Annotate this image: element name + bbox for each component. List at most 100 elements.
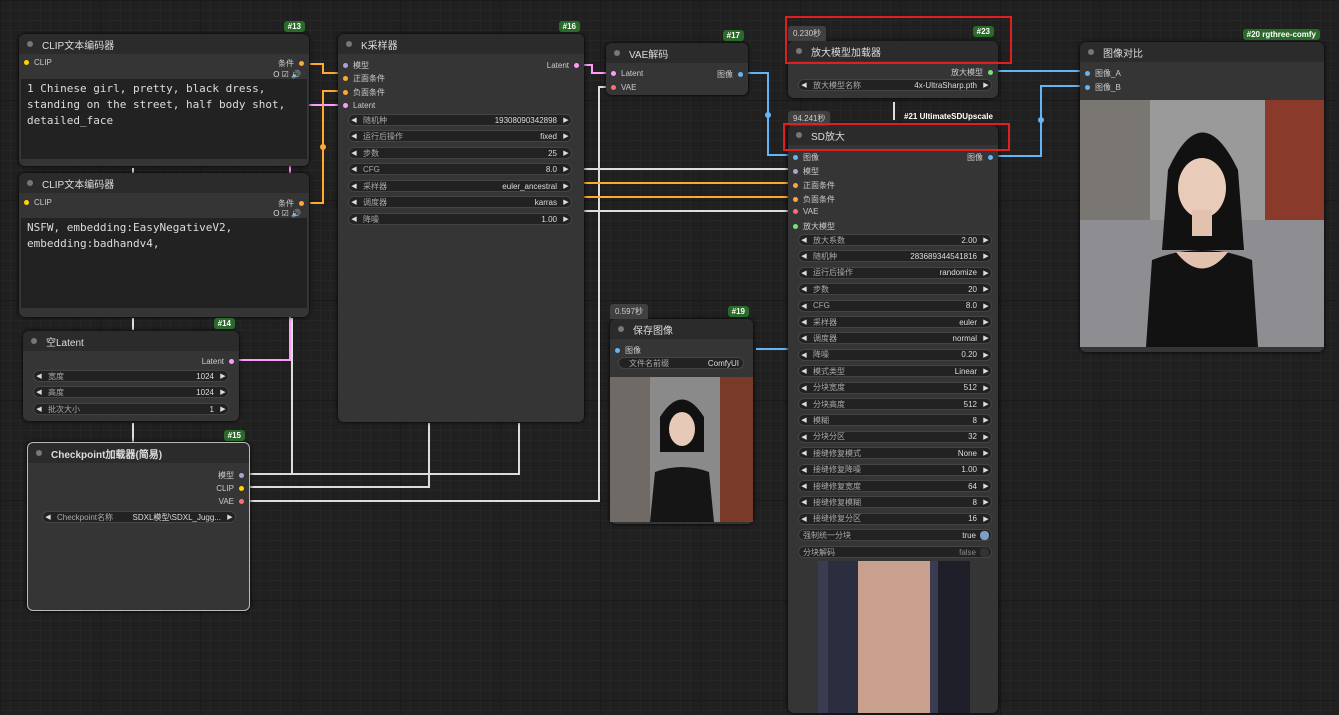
input-slot-upscale-model[interactable]: 放大模型 [788,221,835,232]
increment-arrow-icon[interactable]: ▶ [981,334,991,342]
checkpoint-loader-node[interactable]: #15 Checkpoint加载器(简易) 模型 CLIP VAE ◀ Check… [27,430,250,611]
increment-arrow-icon[interactable]: ▶ [981,302,991,310]
comparison-image-preview[interactable] [1080,100,1324,347]
decrement-arrow-icon[interactable]: ◀ [799,482,809,490]
prompt-textarea[interactable]: NSFW, embedding:EasyNegativeV2, embeddin… [21,218,307,308]
decrement-arrow-icon[interactable]: ◀ [799,318,809,326]
vae-decode-node[interactable]: #17 VAE解码 Latent VAE 图像 [606,30,748,95]
input-slot-image[interactable]: 图像 [788,152,819,163]
seam-fix-mask-blur-widget[interactable]: ◀ 接缝修复模糊 8 ▶ [798,496,992,509]
force-uniform-tiles-toggle[interactable]: 强制统一分块 true [798,529,992,541]
upscale-model-name-widget[interactable]: ◀ 放大模型名称 4x-UltraSharp.pth ▶ [798,79,992,91]
seam-fix-denoise-widget[interactable]: ◀ 接缝修复降噪 1.00 ▶ [798,463,992,476]
denoise-widget[interactable]: ◀ 降噪 0.20 ▶ [798,348,992,361]
decrement-arrow-icon[interactable]: ◀ [799,400,809,408]
tile-height-widget[interactable]: ◀ 分块高度 512 ▶ [798,398,992,410]
input-slot-negative[interactable]: 负面条件 [788,194,835,205]
input-slot-positive[interactable]: 正面条件 [338,73,385,84]
seam-fix-padding-widget[interactable]: ◀ 接缝修复分区 16 ▶ [798,512,992,525]
input-slot-image[interactable]: 图像 [610,345,641,356]
decrement-arrow-icon[interactable]: ◀ [799,236,809,244]
increment-arrow-icon[interactable]: ▶ [981,482,991,490]
output-slot-conditioning[interactable]: 条件 [278,58,309,69]
decrement-arrow-icon[interactable]: ◀ [799,416,809,424]
mask-blur-widget[interactable]: ◀ 模糊 8 ▶ [798,414,992,427]
seam-fix-mode-widget[interactable]: ◀ 接缝修复模式 None ▶ [798,447,992,460]
input-slot-model[interactable]: 模型 [788,166,819,177]
input-slot-image-b[interactable]: 图像_B [1080,82,1121,93]
tiled-decode-toggle[interactable]: 分块解码 false [798,546,992,558]
decrement-arrow-icon[interactable]: ◀ [799,351,809,359]
increment-arrow-icon[interactable]: ▶ [981,285,991,293]
output-slot-model[interactable]: 模型 [218,470,249,481]
increment-arrow-icon[interactable]: ▶ [981,400,991,408]
cfg-widget[interactable]: ◀ CFG 8.0 ▶ [348,163,572,175]
batch-size-widget[interactable]: ◀ 批次大小 1 ▶ [33,403,229,415]
output-slot-image[interactable]: 图像 [967,152,998,163]
decrement-arrow-icon[interactable]: ◀ [799,466,809,474]
decrement-arrow-icon[interactable]: ◀ [799,515,809,523]
output-slot-image[interactable]: 图像 [717,69,748,80]
empty-latent-node[interactable]: #14 空Latent Latent ◀ 宽度 1024 ▶ ◀ 高度 1024 ▶ ◀ 批次… [23,318,239,421]
steps-widget[interactable]: ◀ 步数 20 ▶ [798,283,992,296]
node-toggles[interactable]: O ☑ 🔊 [273,209,301,218]
upscale-by-widget[interactable]: ◀ 放大系数 2.00 ▶ [798,234,992,246]
steps-widget[interactable]: ◀ 步数 25 ▶ [348,147,572,159]
image-compare-node[interactable]: #20 rgthree-comfy 图像对比 图像_A 图像_B [1080,29,1324,352]
scheduler-widget[interactable]: ◀ 调度器 karras ▶ [348,196,572,208]
increment-arrow-icon[interactable]: ▶ [981,498,991,506]
mode-type-widget[interactable]: ◀ 模式类型 Linear ▶ [798,365,992,378]
seed-widget[interactable]: ◀ 随机种 19308090342898 ▶ [348,114,572,126]
input-slot-clip[interactable]: CLIP [19,198,52,207]
increment-arrow-icon[interactable]: ▶ [981,449,991,457]
width-widget[interactable]: ◀ 宽度 1024 ▶ [33,370,229,382]
collapse-dot-icon[interactable] [618,326,624,332]
prompt-textarea[interactable]: 1 Chinese girl, pretty, black dress, sta… [21,79,307,159]
scheduler-widget[interactable]: ◀ 调度器 normal ▶ [798,332,992,345]
increment-arrow-icon[interactable]: ▶ [981,384,991,392]
seed-widget[interactable]: ◀ 随机种 283689344541816 ▶ [798,250,992,263]
decrement-arrow-icon[interactable]: ◀ [799,367,809,375]
decrement-arrow-icon[interactable]: ◀ [799,433,809,441]
input-slot-clip[interactable]: CLIP [19,58,52,67]
height-widget[interactable]: ◀ 高度 1024 ▶ [33,386,229,398]
input-slot-positive[interactable]: 正面条件 [788,180,835,191]
cfg-widget[interactable]: ◀ CFG 8.0 ▶ [798,299,992,312]
tile-padding-widget[interactable]: ◀ 分块分区 32 ▶ [798,430,992,443]
collapse-dot-icon[interactable] [27,180,33,186]
clip-text-encoder-negative-node[interactable]: CLIP文本编码器 CLIP 条件 O ☑ 🔊 NSFW, embedding:… [19,173,309,317]
increment-arrow-icon[interactable]: ▶ [981,269,991,277]
input-slot-vae[interactable]: VAE [606,83,636,92]
filename-prefix-widget[interactable]: 文件名前缀 ComfyUI [618,357,744,369]
decrement-arrow-icon[interactable]: ◀ [799,269,809,277]
decrement-arrow-icon[interactable]: ◀ [799,302,809,310]
output-slot-conditioning[interactable]: 条件 [278,198,309,209]
clip-text-encoder-positive-node[interactable]: #13 CLIP文本编码器 CLIP 条件 O ☑ 🔊 1 Chinese gi… [19,21,309,166]
input-slot-negative[interactable]: 负面条件 [338,87,385,98]
input-slot-model[interactable]: 模型 [338,60,369,71]
checkpoint-name-widget[interactable]: ◀ Checkpoint名称 SDXL模型\SDXL_Jugg... ▶ [42,511,236,523]
ultimate-sd-upscale-node[interactable]: SD放大 图像 模型 正面条件 负面条件 VAE 放大模型 图像 ◀ 放大系数 2.… [788,125,998,713]
output-slot-latent[interactable]: Latent [202,357,239,366]
decrement-arrow-icon[interactable]: ◀ [799,285,809,293]
decrement-arrow-icon[interactable]: ◀ [799,498,809,506]
input-slot-latent[interactable]: Latent [606,69,643,78]
input-slot-image-a[interactable]: 图像_A [1080,68,1121,79]
collapse-dot-icon[interactable] [31,338,37,344]
collapse-dot-icon[interactable] [1088,49,1094,55]
collapse-dot-icon[interactable] [27,41,33,47]
output-slot-clip[interactable]: CLIP [216,484,249,493]
increment-arrow-icon[interactable]: ▶ [981,367,991,375]
increment-arrow-icon[interactable]: ▶ [981,252,991,260]
control-after-generate-widget[interactable]: ◀ 运行后操作 randomize ▶ [798,266,992,279]
sampler-widget[interactable]: ◀ 采样器 euler ▶ [798,316,992,328]
control-after-generate-widget[interactable]: ◀ 运行后操作 fixed ▶ [348,130,572,142]
ksampler-node[interactable]: #16 K采样器 模型 正面条件 负面条件 Latent Latent ◀ 随机种… [338,21,584,422]
denoise-widget[interactable]: ◀ 降噪 1.00 ▶ [348,213,572,225]
increment-arrow-icon[interactable]: ▶ [981,318,991,326]
sampler-widget[interactable]: ◀ 采样器 euler_ancestral ▶ [348,180,572,192]
output-slot-upscale-model[interactable]: 放大模型 [951,67,998,78]
collapse-dot-icon[interactable] [614,50,620,56]
increment-arrow-icon[interactable]: ▶ [981,466,991,474]
input-slot-latent[interactable]: Latent [338,101,375,110]
